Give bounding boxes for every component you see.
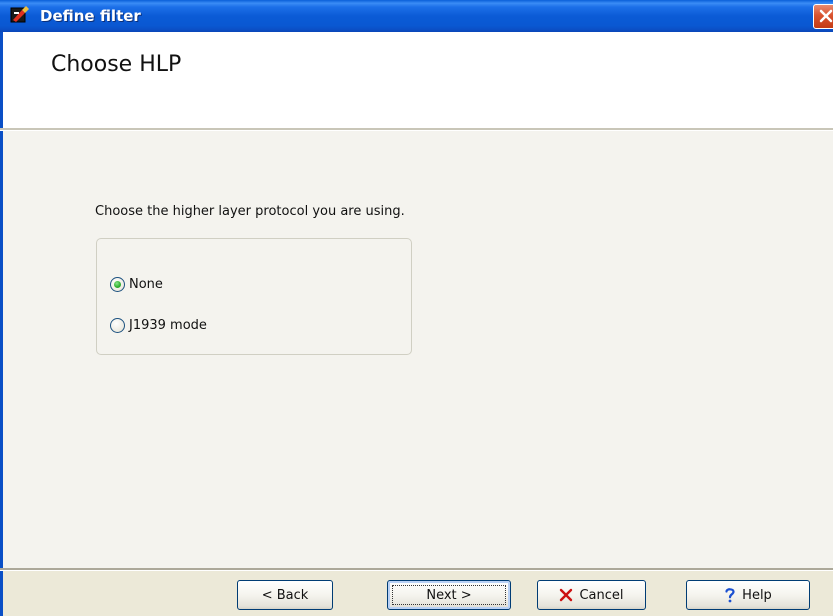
- radio-j1939-label: J1939 mode: [129, 317, 207, 333]
- cancel-button[interactable]: Cancel: [537, 580, 646, 610]
- close-icon: [819, 9, 833, 23]
- help-button-label: Help: [742, 587, 772, 603]
- close-button[interactable]: [813, 4, 833, 29]
- wizard-header: [0, 32, 833, 128]
- question-icon: [724, 587, 736, 603]
- protocol-groupbox: [96, 238, 412, 355]
- page-title: Choose HLP: [51, 52, 182, 77]
- radio-option-j1939[interactable]: J1939 mode: [110, 315, 207, 335]
- window-title: Define filter: [40, 7, 141, 25]
- next-button[interactable]: Next >: [387, 580, 511, 610]
- instruction-text: Choose the higher layer protocol you are…: [95, 204, 405, 219]
- radio-none[interactable]: [110, 276, 125, 292]
- radio-j1939[interactable]: [110, 317, 125, 333]
- next-button-label: Next >: [426, 587, 472, 603]
- cancel-button-label: Cancel: [579, 587, 624, 603]
- title-bar[interactable]: Define filter: [0, 0, 833, 32]
- app-icon: [10, 6, 32, 26]
- x-icon: [559, 588, 573, 602]
- back-button[interactable]: < Back: [237, 580, 333, 610]
- help-button[interactable]: Help: [686, 580, 810, 610]
- radio-option-none[interactable]: None: [110, 274, 163, 294]
- radio-none-label: None: [129, 276, 163, 292]
- define-filter-dialog: Define filter Choose HLP Choose the high…: [0, 0, 833, 616]
- back-button-label: < Back: [261, 587, 309, 603]
